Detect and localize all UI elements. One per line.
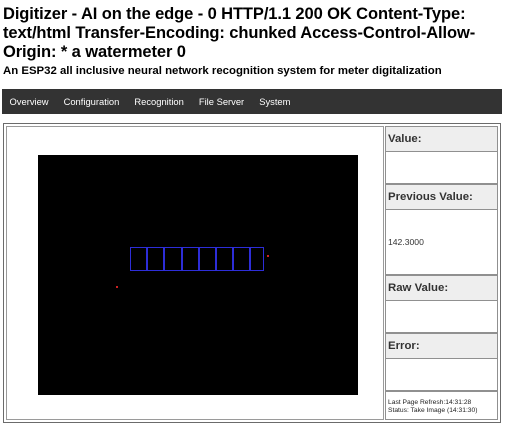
previous-value-field: 142.3000 <box>385 210 498 275</box>
digit-roi-box <box>164 247 182 271</box>
last-refresh-text: Last Page Refresh:14:31:28 <box>388 399 472 406</box>
previous-value-label: Previous Value: <box>385 184 498 210</box>
status-text: Status: Take Image (14:31:30) <box>388 407 478 414</box>
status-cell: Last Page Refresh:14:31:28 Status: Take … <box>385 391 498 420</box>
raw-value-field <box>385 301 498 333</box>
meter-image <box>38 155 358 395</box>
image-cell <box>6 126 384 420</box>
alignment-marker <box>116 286 118 288</box>
digit-roi-box <box>199 247 216 271</box>
nav-configuration[interactable]: Configuration <box>56 89 127 114</box>
value-label: Value: <box>385 126 498 152</box>
alignment-marker <box>267 255 269 257</box>
digit-roi-box <box>216 247 233 271</box>
digit-roi-box <box>233 247 250 271</box>
page-subtitle: An ESP32 all inclusive neural network re… <box>3 65 442 77</box>
navbar: Overview Configuration Recognition File … <box>2 89 502 114</box>
error-label: Error: <box>385 333 498 359</box>
overview-table: Value: Previous Value: 142.3000 Raw Valu… <box>3 123 501 423</box>
digit-roi-box <box>182 247 199 271</box>
nav-overview[interactable]: Overview <box>2 89 56 114</box>
raw-value-label: Raw Value: <box>385 275 498 301</box>
nav-recognition[interactable]: Recognition <box>127 89 192 114</box>
digit-roi-box <box>250 247 264 271</box>
page-title: Digitizer - AI on the edge - 0 HTTP/1.1 … <box>3 5 476 61</box>
nav-system[interactable]: System <box>252 89 298 114</box>
value-field <box>385 152 498 184</box>
nav-file-server[interactable]: File Server <box>191 89 251 114</box>
values-panel: Value: Previous Value: 142.3000 Raw Valu… <box>385 126 498 420</box>
digit-roi-box <box>147 247 164 271</box>
error-field <box>385 359 498 391</box>
digit-roi-box <box>130 247 147 271</box>
